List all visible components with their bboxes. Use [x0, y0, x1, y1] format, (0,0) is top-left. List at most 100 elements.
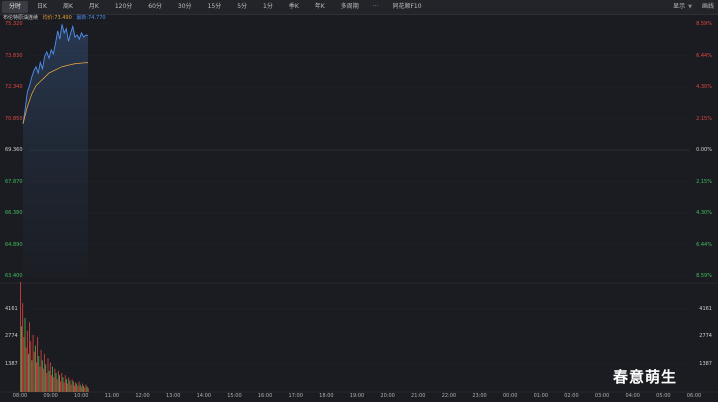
price-tick-left: 67.870 — [5, 178, 23, 185]
volume-bar — [40, 349, 42, 392]
time-tick: 04:00 — [625, 393, 640, 399]
volume-bar — [72, 381, 74, 392]
volume-bar — [68, 377, 70, 392]
price-tick-left: 66.380 — [5, 210, 23, 216]
volume-bar — [52, 366, 53, 392]
volume-bar — [21, 326, 22, 392]
time-tick: 03:00 — [594, 393, 610, 399]
volume-bar — [60, 381, 62, 392]
time-tick: 20:00 — [380, 393, 395, 399]
volume-bar — [62, 377, 64, 392]
price-tick-left: 63.400 — [5, 273, 23, 279]
volume-bar — [57, 370, 59, 392]
volume-bar — [36, 362, 37, 392]
time-tick: 22:00 — [441, 393, 457, 399]
volume-bar — [41, 360, 43, 392]
time-tick: 11:00 — [104, 393, 120, 399]
volume-bar — [34, 345, 36, 392]
pct-tick-right: 2.15% — [696, 178, 712, 185]
volume-bar — [67, 383, 68, 392]
time-tick: 02:00 — [564, 393, 579, 399]
volume-bar — [23, 337, 25, 392]
pct-tick-right: 6.44% — [696, 241, 712, 248]
price-tick-left: 72.340 — [5, 84, 23, 90]
volume-bar — [56, 379, 58, 392]
time-tick: 18:00 — [319, 393, 334, 399]
volume-tick-left: 1387 — [5, 361, 18, 367]
volume-bar — [24, 318, 26, 392]
volume-tick-right: 4161 — [699, 306, 712, 312]
price-tick-left: 73.830 — [5, 52, 23, 59]
pct-tick-right: 8.59% — [696, 273, 712, 279]
volume-bar — [80, 386, 82, 392]
volume-bar — [33, 351, 35, 392]
volume-bar — [84, 387, 86, 392]
volume-bar — [22, 303, 24, 392]
volume-bar — [51, 375, 52, 392]
volume-bar — [69, 380, 71, 392]
intraday-chart[interactable] — [0, 0, 718, 402]
volume-bar — [37, 337, 39, 392]
volume-bar — [49, 362, 51, 392]
volume-tick-right: 1387 — [699, 361, 712, 367]
volume-bar — [26, 330, 28, 392]
volume-bar — [28, 353, 29, 392]
time-tick: 14:00 — [196, 393, 212, 399]
volume-bar — [85, 384, 87, 392]
time-tick: 19:00 — [349, 393, 365, 399]
volume-bar — [43, 368, 44, 392]
volume-bar — [30, 341, 32, 392]
volume-bar — [75, 382, 76, 392]
pct-tick-right: 6.44% — [696, 52, 712, 59]
volume-bar — [86, 386, 88, 392]
volume-bar — [77, 386, 79, 392]
volume-bar — [44, 353, 45, 392]
volume-bar — [87, 388, 89, 392]
time-tick: 12:00 — [135, 393, 150, 399]
time-tick: 09:00 — [43, 393, 58, 399]
volume-bar — [29, 322, 30, 392]
volume-bar — [55, 373, 57, 392]
pct-tick-right: 8.59% — [696, 21, 712, 27]
time-tick: 00:00 — [502, 393, 518, 399]
time-tick: 13:00 — [165, 393, 181, 399]
volume-bar — [82, 383, 83, 392]
volume-bar — [66, 379, 67, 392]
volume-bar — [47, 358, 49, 392]
volume-bar — [64, 375, 66, 392]
volume-tick-right: 2774 — [699, 333, 712, 339]
watermark: 春意萌生 — [613, 368, 678, 386]
volume-bar — [74, 385, 75, 392]
time-tick: 06:00 — [686, 393, 702, 399]
pct-tick-right: 4.30% — [696, 84, 712, 90]
price-tick-left: 70.850 — [5, 115, 23, 122]
volume-bar — [83, 385, 85, 392]
time-tick: 23:00 — [472, 393, 487, 399]
volume-bar — [70, 384, 72, 392]
volume-bar — [45, 364, 47, 392]
volume-bar — [46, 373, 48, 392]
volume-bar — [31, 360, 33, 392]
pct-tick-right: 4.30% — [696, 210, 712, 216]
volume-bar — [20, 282, 21, 392]
time-tick: 08:00 — [12, 393, 28, 399]
time-tick: 15:00 — [227, 393, 242, 399]
time-tick: 17:00 — [288, 393, 303, 399]
volume-bar — [79, 384, 81, 392]
volume-bar — [39, 366, 41, 392]
volume-bar — [78, 381, 80, 392]
volume-bar — [25, 347, 27, 392]
pct-tick-right: 2.15% — [696, 115, 712, 122]
time-tick: 01:00 — [533, 393, 549, 399]
volume-bar — [76, 383, 78, 392]
volume-bar — [63, 382, 65, 392]
price-tick-left: 64.890 — [5, 241, 23, 248]
volume-bar — [54, 368, 56, 392]
volume-tick-left: 2774 — [5, 333, 18, 339]
volume-tick-left: 4161 — [5, 306, 18, 312]
volume-bar — [71, 379, 73, 392]
volume-bar — [59, 375, 60, 392]
volume-bar — [53, 377, 55, 392]
volume-bar — [48, 370, 50, 392]
price-tick-left: 75.320 — [5, 21, 23, 27]
